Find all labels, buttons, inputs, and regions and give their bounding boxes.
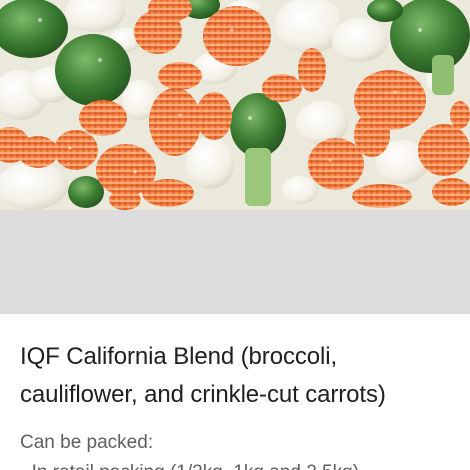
product-image bbox=[0, 0, 470, 210]
product-description: IQF California Blend (broccoli, cauliflo… bbox=[20, 338, 460, 470]
packing-label: Can be packed: bbox=[20, 432, 154, 453]
image-placeholder-band bbox=[0, 210, 470, 314]
packing-option-retail: - In retail packing (1/2kg, 1kg and 2.5k… bbox=[20, 460, 460, 470]
product-title: IQF California Blend (broccoli, cauliflo… bbox=[20, 343, 386, 408]
product-screen: IQF California Blend (broccoli, cauliflo… bbox=[0, 0, 470, 470]
